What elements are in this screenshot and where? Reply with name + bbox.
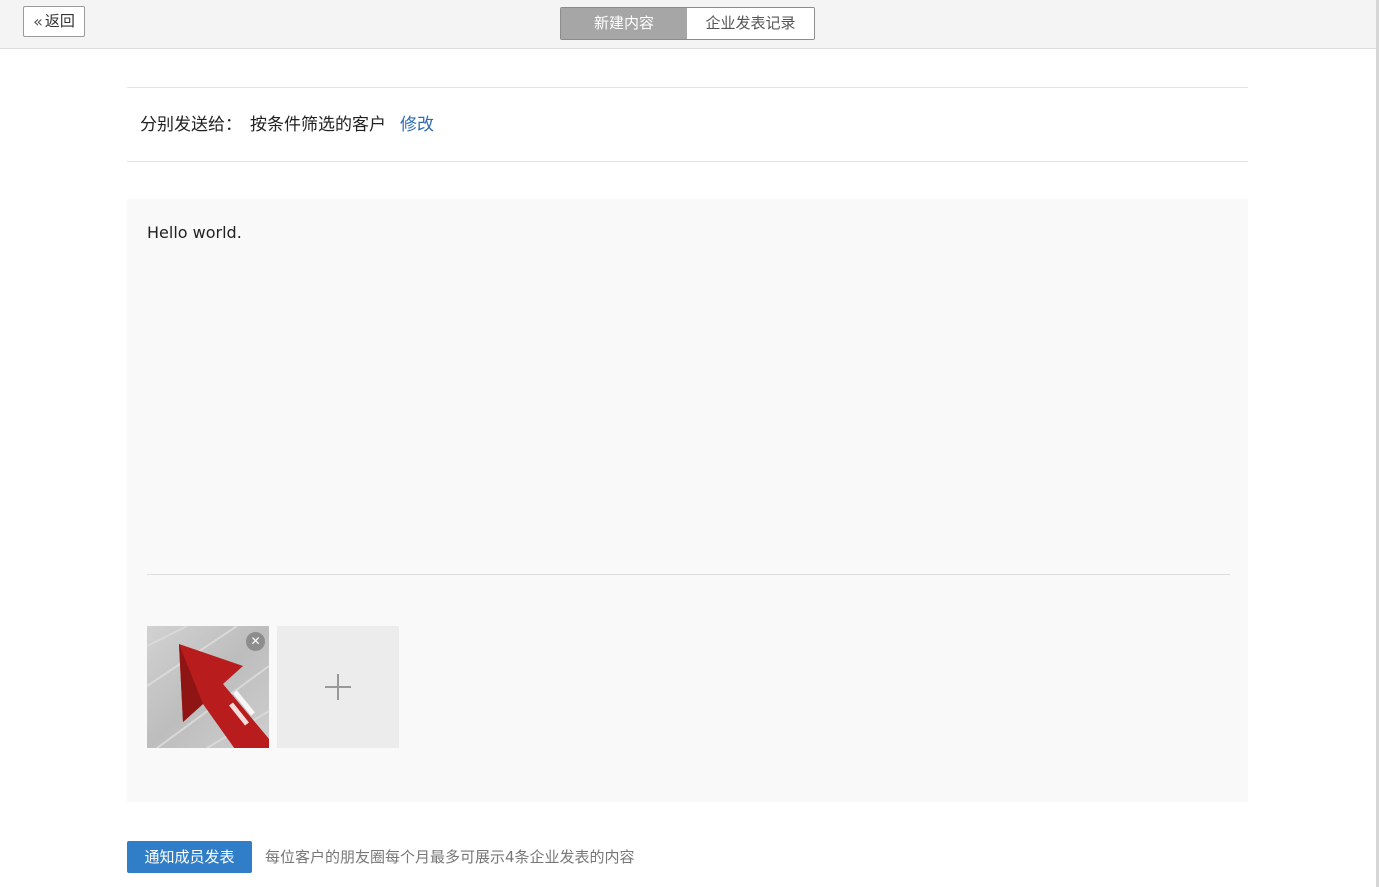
- editor-text[interactable]: Hello world.: [147, 223, 242, 242]
- tab-new-content[interactable]: 新建内容: [561, 8, 687, 39]
- editor-divider: [147, 574, 1230, 575]
- recipients-label: 分别发送给：: [140, 115, 242, 135]
- tab-group: 新建内容 企业发表记录: [560, 7, 815, 40]
- top-bar: « 返回 新建内容 企业发表记录: [0, 0, 1376, 49]
- close-icon[interactable]: ✕: [246, 632, 265, 651]
- image-thumbnail[interactable]: ✕: [147, 626, 269, 748]
- back-button-label: 返回: [44, 12, 75, 30]
- edit-recipients-link[interactable]: 修改: [400, 113, 434, 137]
- divider-bottom: [127, 161, 1248, 162]
- add-image-button[interactable]: [277, 626, 399, 748]
- recipients-target: 按条件筛选的客户: [250, 115, 386, 135]
- notify-members-button[interactable]: 通知成员发表: [127, 841, 252, 873]
- publish-limit-hint: 每位客户的朋友圈每个月最多可展示4条企业发表的内容: [265, 848, 635, 866]
- tab-publish-history[interactable]: 企业发表记录: [687, 8, 814, 39]
- recipients-row: 分别发送给： 按条件筛选的客户 修改: [140, 113, 434, 137]
- double-chevron-left-icon: «: [33, 11, 43, 31]
- content-editor[interactable]: Hello world. ✕: [127, 199, 1248, 802]
- divider-top: [127, 87, 1248, 88]
- back-button[interactable]: « 返回: [23, 6, 85, 37]
